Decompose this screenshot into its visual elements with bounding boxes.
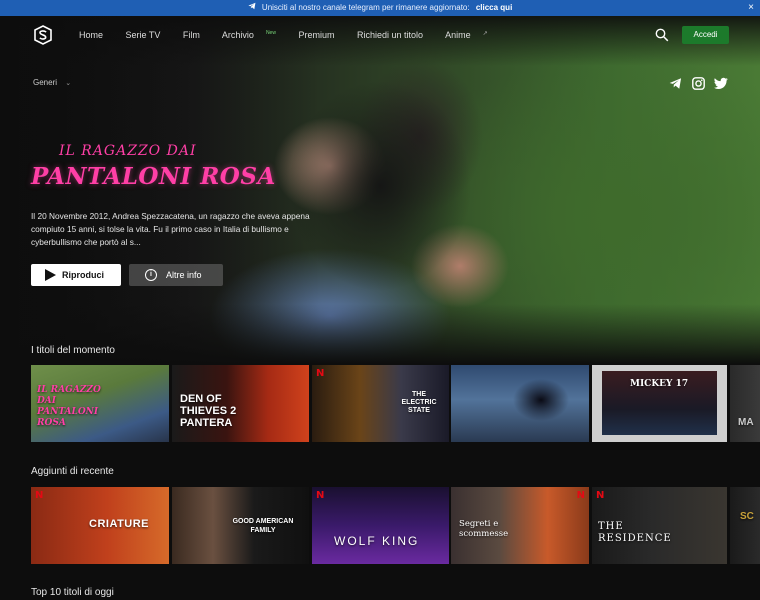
netflix-n-icon: N <box>596 490 605 501</box>
new-badge: New <box>265 30 276 36</box>
card-caption: DEN OF THIEVES 2 PANTERA <box>180 393 237 429</box>
banner-link[interactable]: clicca qui <box>476 3 512 12</box>
play-button[interactable]: Riproduci <box>31 264 121 286</box>
top-navigation: Home Serie TV Film Archivio New Premium R… <box>0 16 760 56</box>
card-caption: IL RAGAZZO DAI PANTALONI ROSA <box>37 385 101 428</box>
site-logo-icon[interactable] <box>34 25 52 45</box>
title-card[interactable]: SC <box>730 487 760 564</box>
nav-item-richiedi[interactable]: Richiedi un titolo <box>357 30 433 40</box>
title-card[interactable]: N WOLF KING <box>312 487 449 564</box>
title-card[interactable]: GOOD AMERICAN FAMILY <box>172 487 309 564</box>
section-title-top10: Top 10 titoli di oggi <box>31 587 114 598</box>
card-caption: CRIATURE <box>89 518 150 530</box>
card-caption: SC <box>740 511 754 522</box>
netflix-n-icon: N <box>316 490 325 501</box>
hero-synopsis: Il 20 Novembre 2012, Andrea Spezzacatena… <box>31 211 310 247</box>
card-caption: THE RESIDENCE <box>598 521 672 544</box>
telegram-icon <box>248 0 256 16</box>
netflix-n-icon: N <box>576 490 585 501</box>
card-caption: Segreti e scommesse <box>459 519 509 539</box>
card-caption: MA <box>738 417 754 428</box>
nav-item-anime[interactable]: Anime ↗ <box>445 30 498 40</box>
hero-title-logo: IL RAGAZZO DAI PANTALONI ROSA <box>31 143 275 198</box>
card-caption: MICKEY 17 <box>630 379 689 389</box>
more-info-label: Altre info <box>166 270 202 280</box>
hero-title-line2: PANTALONI ROSA <box>31 163 276 190</box>
chevron-down-icon: ⌄ <box>65 80 72 87</box>
title-card[interactable]: MA <box>730 365 760 442</box>
title-card[interactable]: MICKEY 17 <box>592 365 727 442</box>
section-title-trending: I titoli del momento <box>31 345 115 356</box>
banner-text: Unisciti al nostro canale telegram per r… <box>261 3 470 12</box>
nav-item-film[interactable]: Film <box>183 30 210 40</box>
title-card[interactable]: N CRIATURE <box>31 487 169 564</box>
instagram-icon[interactable] <box>692 77 705 90</box>
telegram-icon[interactable] <box>669 77 682 90</box>
section-title-recent: Aggiunti di recente <box>31 466 114 477</box>
nav-label: Premium <box>298 30 335 40</box>
genres-label: Generi <box>33 78 58 87</box>
title-card[interactable]: IL RAGAZZO DAI PANTALONI ROSA <box>31 365 169 442</box>
title-card[interactable]: N Segreti e scommesse <box>451 487 589 564</box>
title-card[interactable]: DEN OF THIEVES 2 PANTERA <box>172 365 309 442</box>
title-card[interactable] <box>451 365 589 442</box>
close-icon[interactable]: × <box>748 0 754 16</box>
more-info-button[interactable]: i Altre info <box>129 264 223 286</box>
twitter-icon[interactable] <box>714 77 728 90</box>
nav-item-home[interactable]: Home <box>79 30 113 40</box>
nav-item-archivio[interactable]: Archivio New <box>222 30 286 40</box>
netflix-n-icon: N <box>35 490 44 501</box>
search-icon[interactable] <box>655 28 669 42</box>
netflix-n-icon: N <box>316 368 325 379</box>
card-caption: WOLF KING <box>334 534 420 548</box>
external-link-icon: ↗ <box>482 31 488 37</box>
nav-item-serie-tv[interactable]: Serie TV <box>126 30 171 40</box>
main-menu: Home Serie TV Film Archivio New Premium R… <box>79 30 508 40</box>
card-caption: THE ELECTRIC STATE <box>401 391 437 414</box>
title-card[interactable]: N THE ELECTRIC STATE <box>312 365 449 442</box>
login-button[interactable]: Accedi <box>682 26 729 44</box>
genres-dropdown[interactable]: Generi ⌄ <box>33 78 71 87</box>
nav-label: Home <box>79 30 104 40</box>
card-caption: GOOD AMERICAN FAMILY <box>232 518 294 534</box>
info-icon: i <box>145 269 157 281</box>
nav-label: Archivio <box>221 30 254 40</box>
title-card[interactable]: N THE RESIDENCE <box>592 487 727 564</box>
nav-label: Serie TV <box>125 30 161 40</box>
telegram-banner: Unisciti al nostro canale telegram per r… <box>0 0 760 16</box>
nav-item-premium[interactable]: Premium <box>298 30 344 40</box>
hero-title-line1: IL RAGAZZO DAI <box>59 143 197 159</box>
nav-label: Richiedi un titolo <box>357 30 424 40</box>
play-label: Riproduci <box>62 270 104 280</box>
play-icon <box>45 269 56 281</box>
nav-label: Anime <box>445 30 471 40</box>
nav-label: Film <box>182 30 200 40</box>
